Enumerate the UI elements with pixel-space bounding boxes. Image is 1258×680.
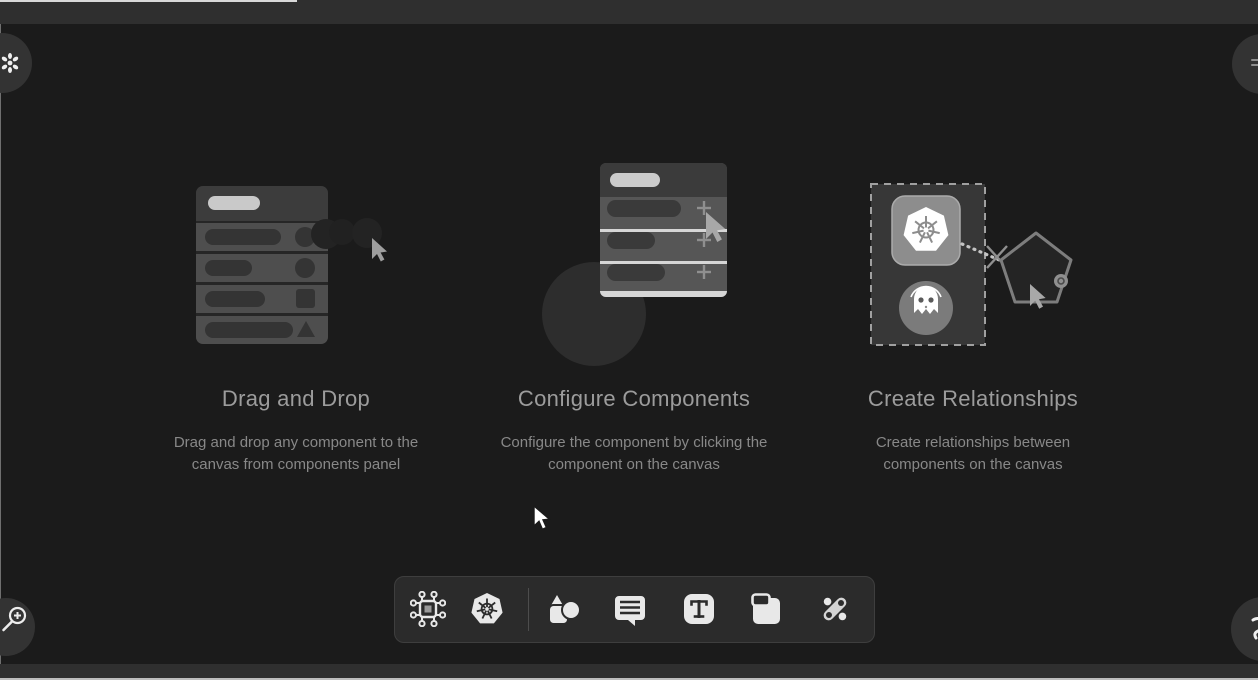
left-edge-line <box>0 24 1 664</box>
panel-description: Configure the component by clicking the … <box>488 432 780 476</box>
configure-components-illustration <box>538 160 788 372</box>
kubernetes-icon[interactable] <box>469 591 505 627</box>
component-chip-icon[interactable] <box>410 591 446 627</box>
menu-button[interactable] <box>1232 34 1258 94</box>
flower-icon <box>0 51 22 75</box>
onboarding-panel-configure: Configure Components Configure the compo… <box>464 386 804 476</box>
menu-icon <box>1250 56 1258 70</box>
panel-title: Create Relationships <box>803 386 1143 412</box>
toolbar-dock <box>394 576 875 643</box>
action-icon <box>1249 616 1258 642</box>
create-relationships-illustration <box>858 180 1093 352</box>
drag-and-drop-illustration <box>190 183 440 358</box>
panel-description: Drag and drop any component to the canva… <box>165 432 427 476</box>
mouse-cursor-icon <box>533 505 551 532</box>
toolbar-divider <box>528 588 529 631</box>
comment-icon[interactable] <box>611 591 647 627</box>
panel-description: Create relationships between components … <box>853 432 1093 476</box>
panel-title: Configure Components <box>464 386 804 412</box>
panel-title: Drag and Drop <box>126 386 466 412</box>
top-bar <box>0 0 1258 24</box>
note-icon[interactable] <box>749 591 785 627</box>
top-accent-line <box>0 0 297 2</box>
zoom-in-icon <box>0 603 32 637</box>
action-button[interactable] <box>1231 597 1258 661</box>
link-icon[interactable] <box>817 591 853 627</box>
shapes-icon[interactable] <box>543 591 579 627</box>
drag-cursor-icon <box>372 238 387 262</box>
flower-menu-button[interactable] <box>0 33 32 93</box>
design-canvas[interactable]: Drag and Drop Drag and drop any componen… <box>0 0 1258 680</box>
onboarding-panel-relationships: Create Relationships Create relationship… <box>803 386 1143 476</box>
zoom-in-button[interactable] <box>0 598 35 656</box>
onboarding-panel-drag-drop: Drag and Drop Drag and drop any componen… <box>126 386 466 476</box>
text-icon[interactable] <box>681 591 717 627</box>
